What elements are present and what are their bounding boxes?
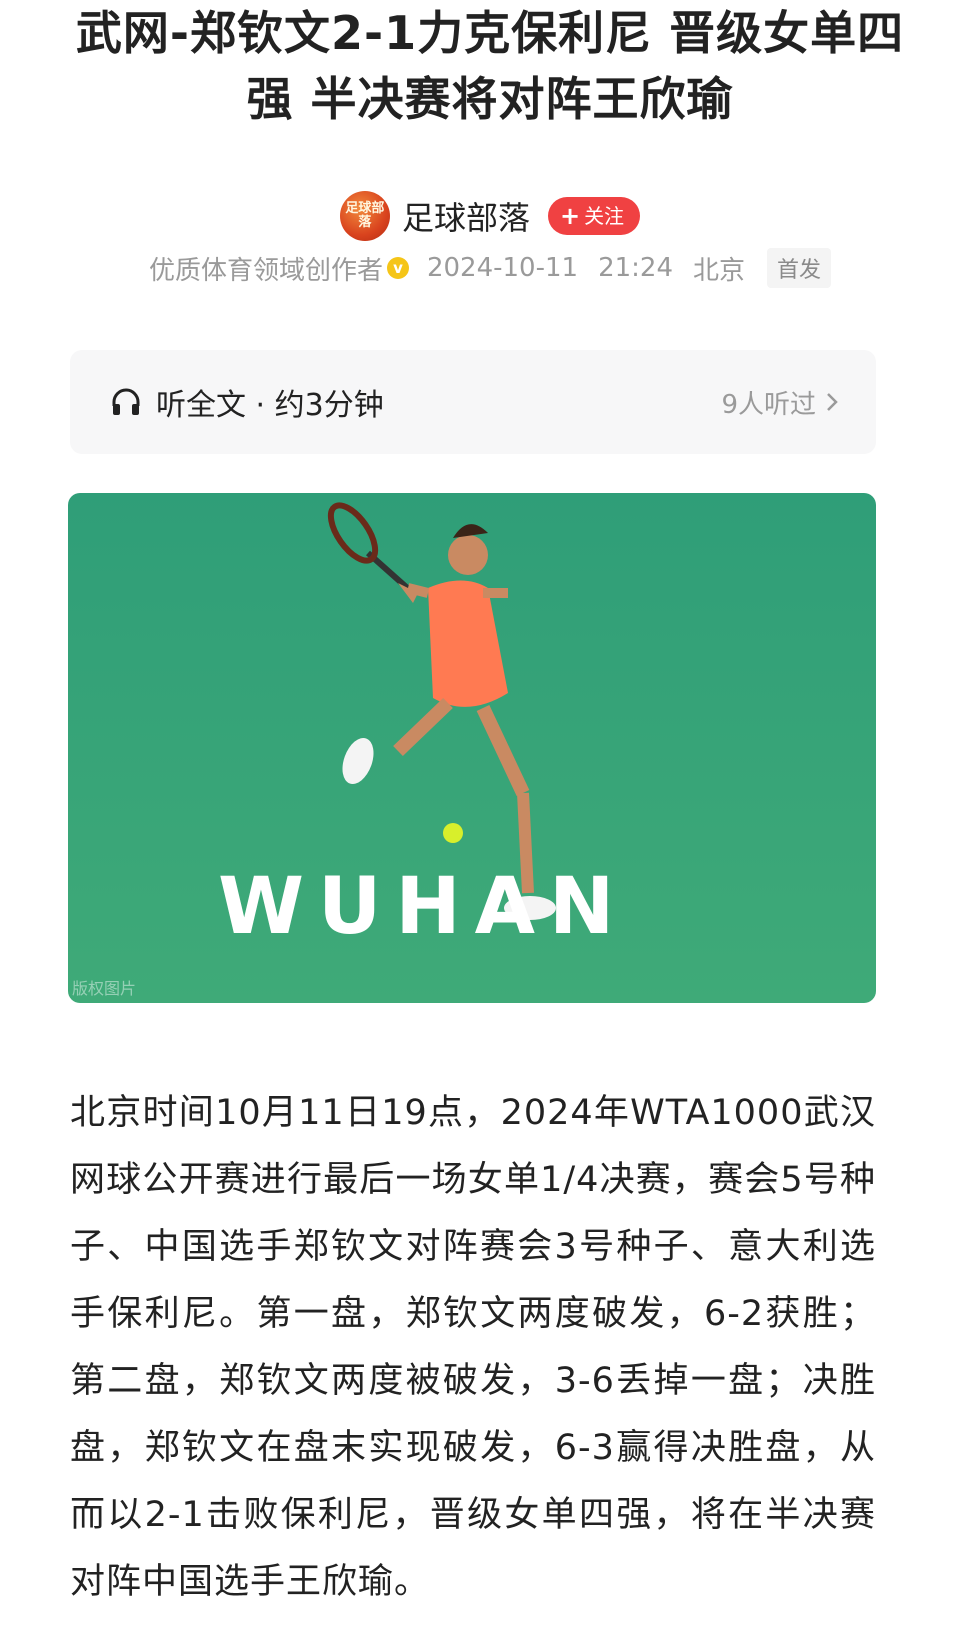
creator-tag: 优质体育领域创作者: [148, 255, 383, 286]
article-meta: 优质体育领域创作者 v 2024-10-11 21:24 北京 首发: [0, 248, 980, 288]
article-title: 武网-郑钦文2-1力克保利尼 晋级女单四强 半决赛将对阵王欣瑜: [75, 6, 905, 126]
article-body: 北京时间10月11日19点，2024年WTA1000武汉网球公开赛进行最后一场女…: [70, 1093, 876, 1602]
publish-date: 2024-10-11: [426, 253, 579, 283]
court-text-wuhan: WUHAN: [218, 862, 628, 952]
listen-left: 听全文 · 约3分钟: [110, 380, 384, 424]
tennis-player-photo: WUHAN: [68, 493, 876, 1003]
listen-count[interactable]: 9人听过: [721, 384, 840, 421]
copyright-watermark: 版权图片: [72, 979, 137, 998]
headphones-icon: [112, 388, 140, 415]
listen-label: 听全文 · 约3分钟: [156, 388, 384, 423]
author-row: 足球部落 足球部落 + 关注: [0, 188, 980, 244]
publish-location: 北京: [693, 255, 746, 286]
listen-count-text: 9人听过: [721, 389, 816, 420]
publish-time: 21:24: [598, 253, 674, 283]
plus-icon: +: [559, 202, 581, 230]
chevron-right-icon: [827, 393, 838, 411]
follow-label: 关注: [584, 204, 625, 228]
author-name[interactable]: 足球部落: [402, 193, 530, 239]
first-publish-badge: 首发: [767, 248, 832, 288]
verified-badge-icon: v: [386, 257, 409, 279]
article-page: 武网-郑钦文2-1力克保利尼 晋级女单四强 半决赛将对阵王欣瑜 足球部落 足球部…: [0, 0, 980, 1633]
author-avatar[interactable]: 足球部落: [339, 191, 390, 241]
follow-button[interactable]: + 关注: [547, 197, 641, 235]
article-hero-image[interactable]: WUHAN 版权图片: [68, 493, 876, 1003]
listen-full-text-bar[interactable]: 听全文 · 约3分钟 9人听过: [70, 350, 876, 454]
